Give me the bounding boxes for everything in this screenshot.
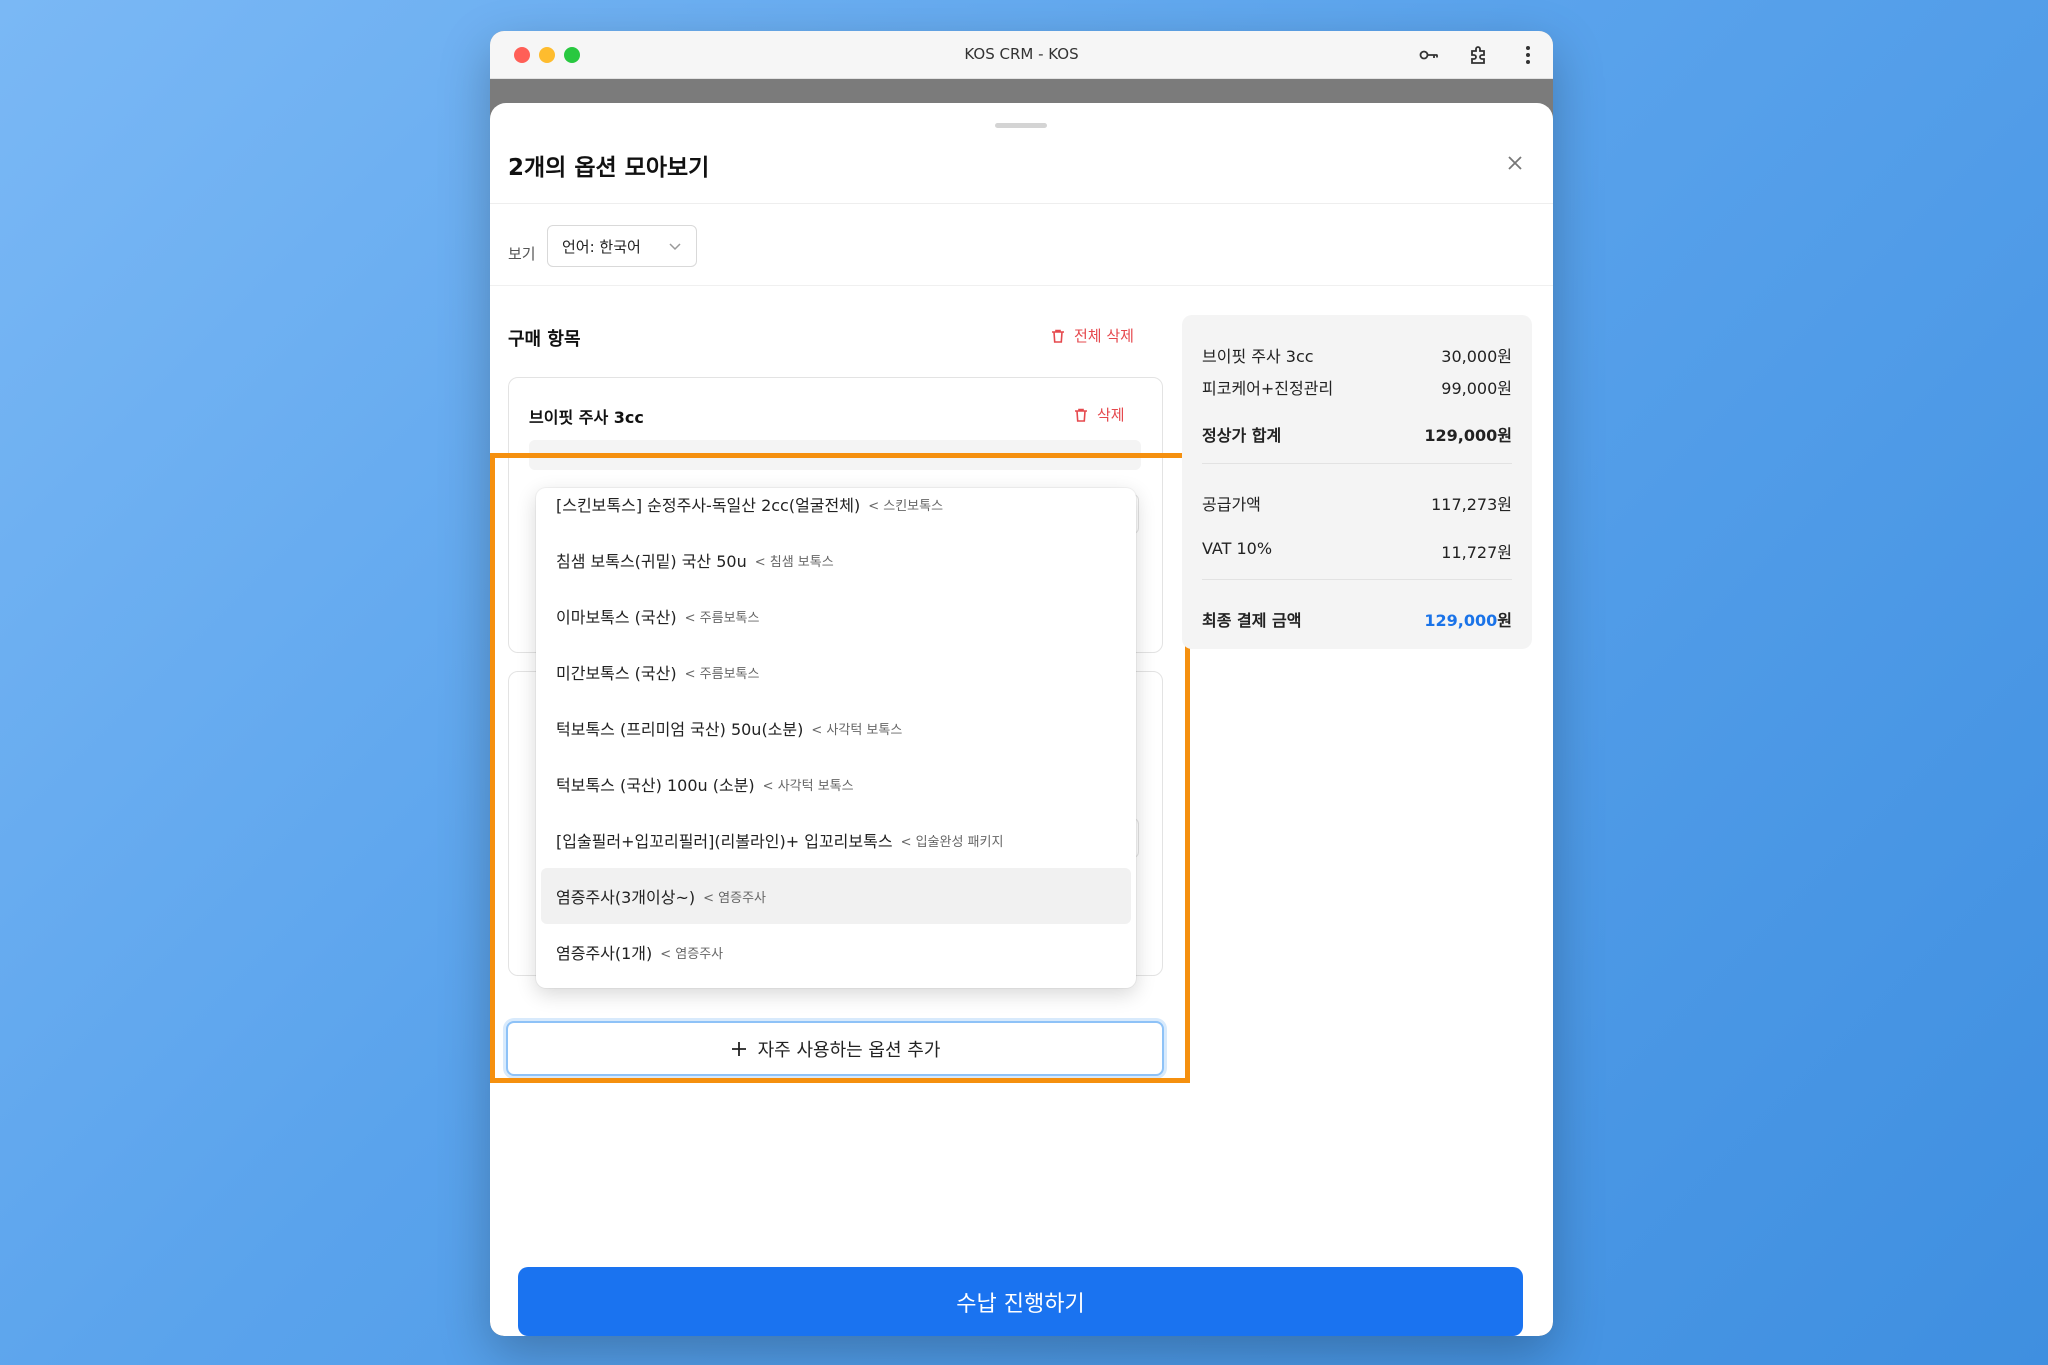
dropdown-option-hovered[interactable]: 염증주사(3개이상~) < 염증주사: [541, 868, 1131, 924]
extensions-icon[interactable]: [1467, 43, 1491, 67]
list-total-label: 정상가 합계: [1202, 426, 1282, 445]
dropdown-option[interactable]: [스킨보톡스] 순정주사-독일산 2cc(얼굴전체) < 스킨보톡스: [541, 488, 1131, 532]
purchase-section-title: 구매 항목: [508, 329, 581, 350]
summary-line-label: 브이핏 주사 3cc: [1202, 347, 1314, 366]
dropdown-option[interactable]: 턱보톡스 (국산) 100u (소분) < 사각턱 보톡스: [541, 756, 1131, 812]
option-name: 염증주사(1개): [556, 944, 653, 963]
final-value: 129,000원: [1424, 607, 1512, 631]
payment-summary-panel: 브이핏 주사 3cc 30,000원 피코케어+진정관리 99,000원 정상가…: [1182, 315, 1532, 649]
option-category: < 침샘 보톡스: [754, 554, 834, 570]
option-name: 염증주사(3개이상~): [556, 888, 696, 907]
option-category: < 염증주사: [703, 890, 766, 906]
summary-line-value: 30,000원: [1441, 347, 1512, 366]
close-icon[interactable]: [1505, 153, 1525, 173]
add-frequent-option-label: 자주 사용하는 옵션 추가: [757, 1039, 941, 1061]
option-name: [입술필러+입꼬리필러](리볼라인)+ 입꼬리보톡스: [556, 832, 893, 851]
proceed-payment-button[interactable]: 수납 진행하기: [518, 1267, 1523, 1336]
sheet-title: 2개의 옵션 모아보기: [508, 155, 710, 181]
supply-amount: 공급가액 117,273원: [1202, 491, 1512, 515]
summary-line: 피코케어+진정관리 99,000원: [1202, 375, 1512, 399]
view-label: 보기: [508, 245, 536, 263]
supply-label: 공급가액: [1202, 495, 1261, 514]
sheet-drag-handle[interactable]: [995, 123, 1047, 128]
option-category: < 염증주사: [660, 946, 724, 962]
option-name: 침샘 보톡스(귀밑) 국산 50u: [556, 552, 747, 571]
summary-divider: [1202, 463, 1512, 464]
option-name: 미간보톡스 (국산): [556, 664, 677, 683]
option-name: [스킨보톡스] 순정주사-독일산 2cc(얼굴전체): [556, 496, 861, 515]
dropdown-option[interactable]: [입술필러+입꼬리필러](리볼라인)+ 입꼬리보톡스 < 입술완성 패키지: [541, 812, 1131, 868]
option-name: 이마보톡스 (국산): [556, 608, 677, 627]
dropdown-option[interactable]: 턱보톡스 (프리미엄 국산) 50u(소분) < 사각턱 보톡스: [541, 700, 1131, 756]
dropdown-option[interactable]: 미간보톡스 (국산) < 주름보톡스: [541, 644, 1131, 700]
dropdown-option[interactable]: 침샘 보톡스(귀밑) 국산 50u < 침샘 보톡스: [541, 532, 1131, 588]
trash-icon: [1050, 328, 1066, 344]
summary-divider: [1202, 579, 1512, 580]
list-price-total: 정상가 합계 129,000원: [1202, 422, 1512, 446]
summary-line: 브이핏 주사 3cc 30,000원: [1202, 343, 1512, 367]
summary-line-value: 99,000원: [1441, 379, 1512, 398]
option-name: 턱보톡스 (국산) 100u (소분): [556, 776, 755, 795]
title-bar: KOS CRM - KOS: [490, 31, 1553, 79]
language-select[interactable]: 언어: 한국어: [547, 225, 697, 267]
language-select-value: 언어: 한국어: [562, 237, 641, 256]
delete-all-label: 전체 삭제: [1074, 327, 1134, 345]
delete-all-button[interactable]: 전체 삭제: [1050, 325, 1134, 346]
browser-window: KOS CRM - KOS 2개의 옵션 모아보기 보기 언어: 한국어 구매 …: [490, 31, 1553, 1336]
list-total-value: 129,000원: [1424, 426, 1512, 445]
plus-icon: [730, 1040, 748, 1058]
header-divider: [490, 203, 1553, 204]
vat-value: 11,727원: [1441, 543, 1512, 562]
dropdown-option[interactable]: 염증주사(1개) < 염증주사: [541, 924, 1131, 980]
final-amount-unit: 원: [1497, 611, 1512, 630]
option-category: < 주름보톡스: [684, 610, 760, 626]
final-payment-amount: 최종 결제 금액 129,000원: [1202, 607, 1512, 631]
item-option-summary: [529, 440, 1141, 470]
final-label: 최종 결제 금액: [1202, 611, 1302, 630]
more-menu-icon[interactable]: [1516, 43, 1540, 67]
trash-icon: [1073, 407, 1089, 423]
vat-amount: VAT 10% 11,727원: [1202, 539, 1512, 563]
delete-item-button[interactable]: 삭제: [1073, 404, 1125, 425]
key-icon[interactable]: [1417, 43, 1441, 67]
option-category: < 주름보톡스: [684, 666, 760, 682]
delete-item-label: 삭제: [1097, 406, 1125, 424]
supply-value: 117,273원: [1431, 495, 1512, 514]
option-dropdown-list[interactable]: [스킨보톡스] 순정주사-독일산 2cc(얼굴전체) < 스킨보톡스 침샘 보톡…: [536, 488, 1136, 988]
final-amount-number: 129,000: [1424, 611, 1498, 630]
purchase-item-name: 브이핏 주사 3cc: [529, 408, 644, 427]
window-title: KOS CRM - KOS: [964, 45, 1079, 63]
option-category: < 스킨보톡스: [868, 498, 944, 514]
option-category: < 사각턱 보톡스: [811, 722, 903, 738]
chevron-down-icon: [668, 239, 682, 253]
view-divider: [490, 285, 1553, 286]
option-name: 턱보톡스 (프리미엄 국산) 50u(소분): [556, 720, 804, 739]
options-sheet: 2개의 옵션 모아보기 보기 언어: 한국어 구매 항목 전체 삭제 브이핏 주…: [490, 103, 1553, 1336]
dropdown-option[interactable]: 이마보톡스 (국산) < 주름보톡스: [541, 588, 1131, 644]
summary-line-label: 피코케어+진정관리: [1202, 379, 1334, 398]
option-category: < 입술완성 패키지: [900, 834, 1004, 850]
add-frequent-option-button[interactable]: 자주 사용하는 옵션 추가: [506, 1021, 1164, 1076]
option-category: < 사각턱 보톡스: [762, 778, 854, 794]
vat-label: VAT 10%: [1202, 539, 1273, 558]
